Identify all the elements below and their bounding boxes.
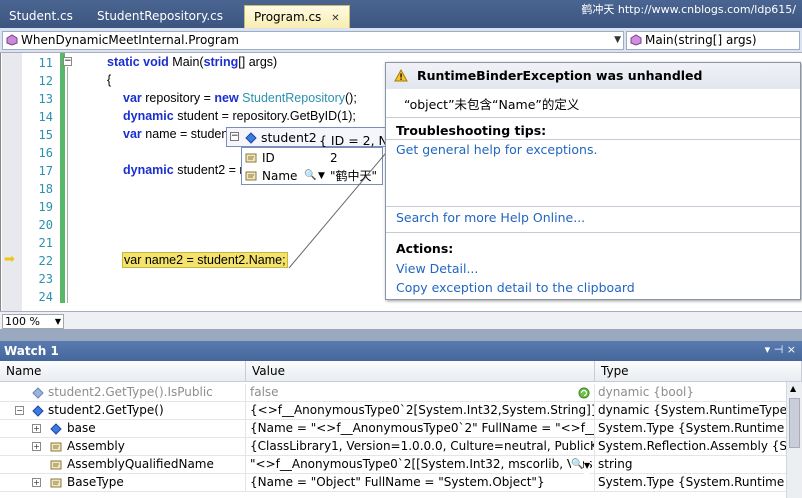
line-number: 21 — [38, 236, 53, 250]
watch-row[interactable]: + BaseType {Name = "Object" FullName = "… — [0, 474, 802, 492]
expand-icon[interactable]: + — [32, 478, 41, 487]
chevron-down-icon[interactable]: ▼ — [55, 315, 61, 328]
search-help-link[interactable]: Search for more Help Online... — [396, 210, 585, 225]
line-number: 22 — [38, 254, 53, 268]
copy-detail-link[interactable]: Copy exception detail to the clipboard — [396, 280, 635, 295]
refresh-icon[interactable] — [578, 387, 590, 399]
exception-message: “object”未包含“Name”的定义 — [404, 97, 580, 112]
code-line-14: dynamic student = repository.GetByID(1); — [123, 109, 356, 123]
separator — [386, 117, 800, 118]
tab-studentrepository-cs[interactable]: StudentRepository.cs — [88, 5, 232, 28]
code-line-13: var repository = new StudentRepository()… — [123, 91, 357, 105]
code-line-22-highlighted: var name2 = student2.Name; — [122, 252, 288, 268]
breakpoint-gutter[interactable] — [2, 53, 22, 311]
line-number: 14 — [38, 110, 53, 124]
warning-icon — [394, 69, 408, 82]
code-line-12: { — [107, 73, 112, 87]
line-number: 13 — [38, 92, 53, 106]
field-icon — [245, 132, 257, 144]
code-line-11: static void Main(string[] args) — [107, 55, 278, 69]
tab-student-cs[interactable]: Student.cs — [0, 5, 82, 28]
change-tracking-bar — [60, 53, 65, 303]
watch-row[interactable]: − student2.GetType() {<>f__AnonymousType… — [0, 402, 802, 420]
scroll-up-icon[interactable]: ▲ — [790, 384, 796, 393]
exception-header: RuntimeBinderException was unhandled — [386, 63, 800, 89]
expand-icon[interactable]: + — [32, 442, 41, 451]
line-number: 17 — [38, 164, 53, 178]
magnifier-icon[interactable]: 🔍 — [571, 456, 584, 473]
method-icon — [630, 34, 642, 46]
chevron-down-icon[interactable]: ▼ — [614, 32, 621, 49]
field-icon — [50, 423, 62, 435]
line-number: 20 — [38, 218, 53, 232]
line-number: 18 — [38, 182, 53, 196]
separator — [386, 139, 800, 140]
navigation-bar: WhenDynamicMeetInternal.Program ▼ Main(s… — [0, 28, 802, 53]
line-number: 11 — [38, 56, 53, 70]
line-number: 24 — [38, 290, 53, 304]
expand-icon[interactable]: + — [32, 424, 41, 433]
editor-status-bar — [0, 311, 802, 329]
column-header-type[interactable]: Type — [595, 361, 802, 382]
property-icon — [245, 153, 257, 163]
tab-program-cs[interactable]: Program.cs ✕ — [244, 5, 350, 28]
tips-heading: Troubleshooting tips: — [396, 123, 547, 138]
watch-row[interactable]: + base {Name = "<>f__AnonymousType0`2" F… — [0, 420, 802, 438]
watch-window-buttons[interactable]: ▾ ⊣ × — [765, 343, 796, 356]
class-icon — [6, 34, 18, 46]
watch-row[interactable]: AssemblyQualifiedName "<>f__AnonymousTyp… — [0, 456, 802, 474]
column-header-value[interactable]: Value — [246, 361, 595, 382]
field-icon — [32, 405, 44, 417]
watch-window: Name Value Type student2.GetType().IsPub… — [0, 361, 802, 498]
line-numbers: 11 12 13 14 15 16 17 18 19 20 21 22 23 2… — [23, 53, 57, 311]
separator — [386, 232, 800, 233]
property-icon — [50, 442, 62, 452]
line-number: 16 — [38, 146, 53, 160]
watch-window-title: Watch 1 — [0, 341, 802, 361]
property-icon — [50, 460, 62, 470]
property-icon — [245, 171, 257, 181]
zoom-combo[interactable]: 100 % ▼ — [2, 314, 64, 329]
column-header-name[interactable]: Name — [0, 361, 246, 382]
member-combo[interactable]: Main(string[] args) — [626, 31, 800, 50]
document-tab-strip: Student.cs StudentRepository.cs Program.… — [0, 0, 802, 28]
line-number: 12 — [38, 74, 53, 88]
property-icon — [50, 478, 62, 488]
view-detail-link[interactable]: View Detail... — [396, 261, 478, 276]
exception-pointer-line — [288, 140, 397, 269]
current-statement-arrow-icon: ➡ — [4, 252, 15, 267]
actions-heading: Actions: — [396, 241, 454, 256]
collapse-icon[interactable]: − — [15, 406, 24, 415]
separator — [386, 206, 800, 207]
watermark: 鹤冲天 http://www.cnblogs.com/ldp615/ — [581, 3, 796, 16]
line-number: 19 — [38, 200, 53, 214]
outline-line — [67, 67, 68, 303]
scrollbar-thumb[interactable] — [789, 398, 800, 448]
exception-assistant: RuntimeBinderException was unhandled “ob… — [385, 62, 801, 300]
collapse-icon[interactable]: − — [230, 132, 239, 141]
line-number: 23 — [38, 272, 53, 286]
watch-row[interactable]: + Assembly {ClassLibrary1, Version=1.0.0… — [0, 438, 802, 456]
vertical-scrollbar[interactable]: ▲ — [786, 382, 802, 498]
close-tab-icon[interactable]: ✕ — [331, 13, 339, 24]
watch-row[interactable]: student2.GetType().IsPublic false dynami… — [0, 384, 802, 402]
field-icon — [32, 387, 44, 399]
line-number: 15 — [38, 128, 53, 142]
collapse-icon[interactable]: − — [63, 57, 72, 66]
chevron-down-icon[interactable]: ▼ — [584, 457, 591, 474]
general-help-link[interactable]: Get general help for exceptions. — [396, 142, 597, 157]
class-combo[interactable]: WhenDynamicMeetInternal.Program ▼ — [2, 31, 624, 50]
